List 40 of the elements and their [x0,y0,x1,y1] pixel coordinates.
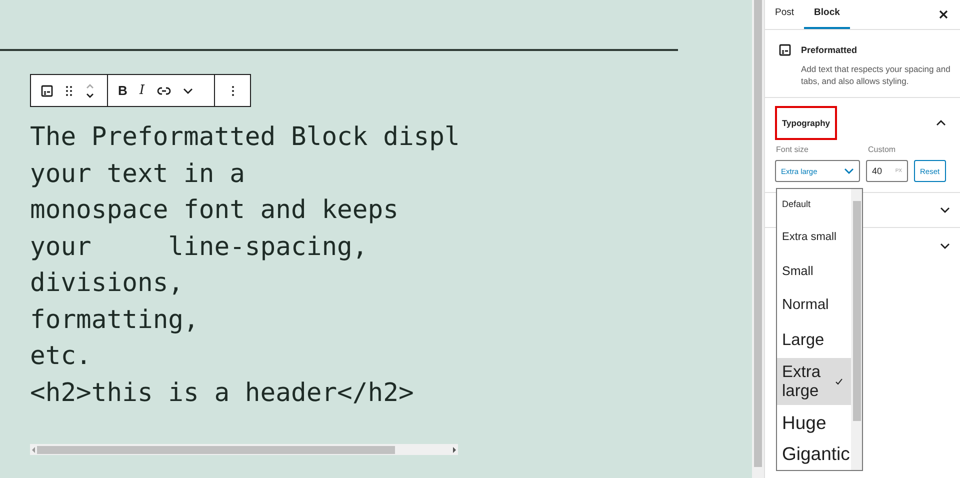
preformatted-icon [779,44,791,56]
code-line: your line-spacing, [30,230,368,264]
drag-handle-icon [65,84,73,96]
chevron-down-icon [182,88,193,94]
horizontal-scrollbar[interactable] [30,444,458,455]
font-size-option[interactable]: Extra large [777,358,851,405]
field-label: Font size [775,144,810,156]
code-line: etc. [30,340,92,373]
field-label: Custom [868,144,896,156]
code-line: divisions, [30,267,184,300]
block-title: Preformatted [801,44,858,57]
sidebar-tab[interactable]: Post [765,0,804,29]
font-size-option[interactable]: Default [777,189,851,221]
font-size-option[interactable]: Normal [777,288,851,323]
bold-button[interactable]: B [112,75,134,106]
sidebar-tab[interactable]: Block [804,0,850,29]
chevron-down-icon [844,168,854,174]
chevron-down-icon [940,207,950,214]
font-size-option[interactable]: Huge [777,405,851,440]
chevron-down-icon [940,242,950,249]
font-size-option[interactable]: Large [777,323,851,358]
preformatted-icon [41,84,53,96]
chevron-up-icon[interactable] [936,120,946,126]
code-line: your text in a [30,158,245,190]
code-line: monospace font and keeps [30,194,398,227]
close-icon [939,10,948,18]
font-size-option[interactable]: Gigantic [777,440,851,468]
code-line: <h2>this is a header</h2> [30,376,414,410]
italic-button[interactable]: I [133,75,151,106]
font-size-option[interactable]: Small [777,254,851,288]
vertical-scrollbar[interactable] [752,0,764,478]
more-vertical-icon [230,84,234,96]
code-line: The Preformatted Block displ [30,121,460,154]
panel-title: Typography [775,106,838,140]
font-size-list[interactable]: Default Extra small Small Normal Large Extra large Huge Gigantic [776,188,863,471]
font-size-option[interactable]: Extra small [777,221,851,254]
code-line: formatting, [30,304,199,336]
list-scrollbar[interactable] [851,189,862,470]
block-description: Add text that respects your spacing and tabs, and also allows styling. [801,62,951,86]
checkmark-icon [835,378,843,385]
